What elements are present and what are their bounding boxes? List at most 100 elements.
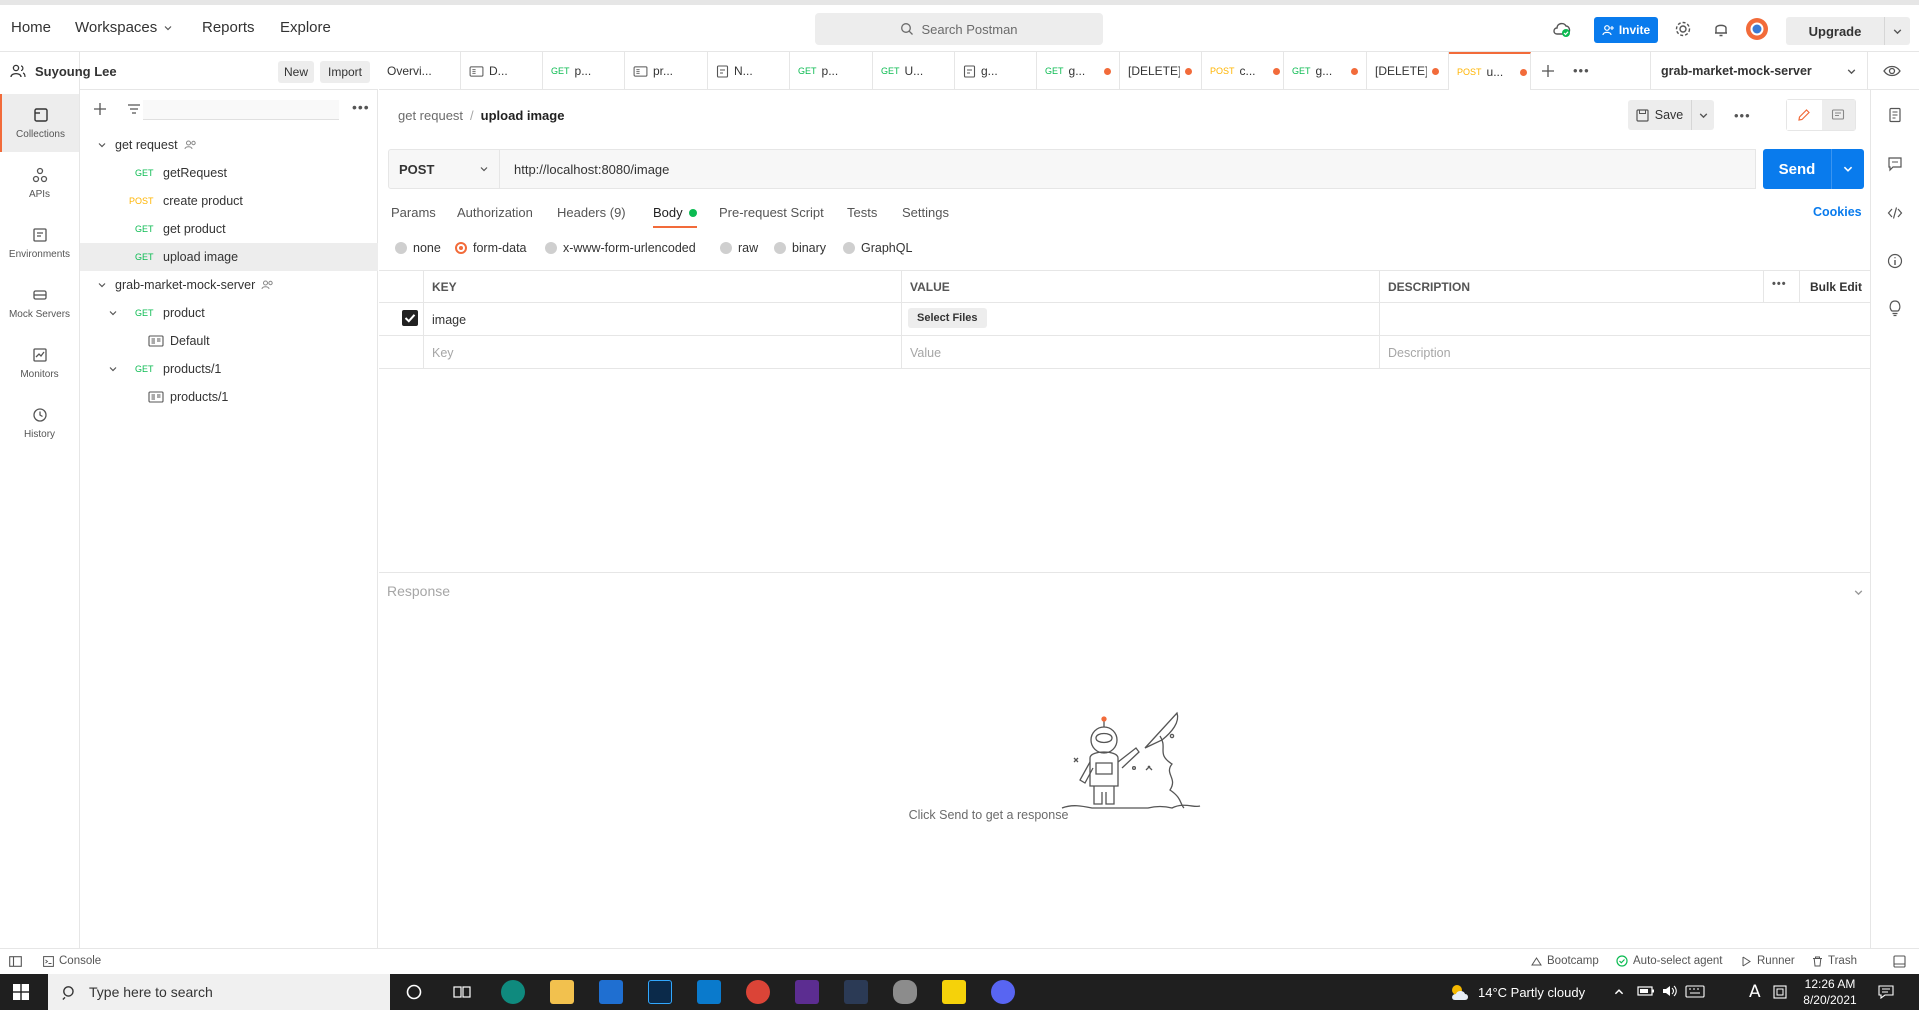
select-files-button[interactable]: Select Files bbox=[908, 308, 987, 328]
tab-request-unsaved[interactable]: GET g... bbox=[1284, 52, 1367, 90]
environment-selector[interactable]: grab-market-mock-server bbox=[1651, 52, 1867, 90]
tree-request-getrequest[interactable]: GET getRequest bbox=[80, 159, 378, 187]
terminal-app-icon[interactable] bbox=[844, 980, 868, 1004]
file-explorer-icon[interactable] bbox=[550, 980, 574, 1004]
input-method-icon[interactable]: A bbox=[1749, 982, 1761, 1002]
tab-request[interactable]: GET p... bbox=[543, 52, 625, 90]
cortana-icon[interactable] bbox=[406, 984, 422, 1000]
tab-settings[interactable]: Settings bbox=[902, 205, 949, 220]
save-button[interactable]: Save bbox=[1628, 100, 1691, 130]
notifications-icon[interactable] bbox=[1878, 985, 1894, 999]
tree-collection-grab-market-mock-server[interactable]: grab-market-mock-server bbox=[80, 271, 378, 299]
database-app-icon[interactable] bbox=[893, 980, 917, 1004]
trash-button[interactable]: Trash bbox=[1812, 955, 1857, 967]
table-more-icon[interactable]: ••• bbox=[1772, 278, 1787, 290]
radio-graphql[interactable]: GraphQL bbox=[843, 241, 912, 255]
chevron-down-icon[interactable] bbox=[1853, 587, 1864, 598]
chevron-down-icon[interactable] bbox=[1842, 163, 1854, 175]
tab-example[interactable]: pr... bbox=[625, 52, 708, 90]
tab-upload-image-active[interactable]: POST u... bbox=[1449, 52, 1531, 90]
taskbar-search-box[interactable]: Type here to search bbox=[48, 974, 390, 1010]
tab-document[interactable]: g... bbox=[955, 52, 1037, 90]
visual-studio-icon[interactable] bbox=[795, 980, 819, 1004]
edge-browser-icon[interactable] bbox=[501, 980, 525, 1004]
tab-request[interactable]: GET U... bbox=[873, 52, 955, 90]
rail-collections[interactable]: Collections bbox=[0, 94, 79, 152]
mail-icon[interactable] bbox=[599, 980, 623, 1004]
tab-overflow-icon[interactable]: ••• bbox=[1573, 63, 1590, 78]
filter-icon[interactable] bbox=[127, 102, 141, 116]
method-select[interactable]: POST bbox=[388, 149, 500, 189]
more-options-icon[interactable]: ••• bbox=[352, 99, 370, 115]
new-tab-plus-icon[interactable] bbox=[1541, 64, 1555, 78]
plus-icon[interactable] bbox=[93, 102, 107, 116]
task-view-icon[interactable] bbox=[453, 984, 471, 1000]
tree-request-upload-image[interactable]: GET upload image bbox=[80, 243, 378, 271]
ime-mode-icon[interactable] bbox=[1773, 985, 1787, 999]
info-icon[interactable] bbox=[1887, 253, 1903, 269]
clock-date[interactable]: 8/20/2021 bbox=[1799, 993, 1861, 1007]
chrome-icon[interactable] bbox=[746, 980, 770, 1004]
help-icon[interactable] bbox=[1893, 955, 1906, 968]
radio-raw[interactable]: raw bbox=[720, 241, 758, 255]
weather-text[interactable]: 14°C Partly cloudy bbox=[1478, 985, 1585, 1000]
nav-workspaces[interactable]: Workspaces bbox=[75, 19, 173, 36]
tree-request-create-product[interactable]: POST create product bbox=[80, 187, 378, 215]
tab-request-unsaved[interactable]: GET g... bbox=[1037, 52, 1120, 90]
tab-tests[interactable]: Tests bbox=[847, 205, 877, 220]
row-enabled-checkbox[interactable] bbox=[402, 310, 418, 326]
user-avatar-icon[interactable] bbox=[1745, 17, 1769, 41]
weather-partly-cloudy-icon[interactable] bbox=[1448, 981, 1472, 1003]
tree-example-products-1[interactable]: products/1 bbox=[80, 383, 378, 411]
cookies-link[interactable]: Cookies bbox=[1813, 205, 1862, 219]
tab-delete-unsaved[interactable]: [DELETE] bbox=[1120, 52, 1202, 90]
tab-authorization[interactable]: Authorization bbox=[457, 205, 533, 220]
runner-button[interactable]: Runner bbox=[1741, 955, 1795, 967]
lightbulb-icon[interactable] bbox=[1887, 299, 1903, 317]
tree-request-products-1[interactable]: GET products/1 bbox=[80, 355, 378, 383]
comments-icon[interactable] bbox=[1887, 156, 1903, 172]
request-more-options-icon[interactable]: ••• bbox=[1734, 108, 1751, 123]
tree-request-product[interactable]: GET product bbox=[80, 299, 378, 327]
radio-none[interactable]: none bbox=[395, 241, 441, 255]
send-button[interactable]: Send bbox=[1763, 161, 1831, 178]
bell-icon[interactable] bbox=[1712, 20, 1730, 38]
keyboard-icon[interactable] bbox=[1685, 985, 1705, 998]
kakaotalk-icon[interactable] bbox=[942, 980, 966, 1004]
tree-example-default[interactable]: Default bbox=[80, 327, 378, 355]
tab-body[interactable]: Body bbox=[653, 205, 697, 220]
tab-document[interactable]: N... bbox=[708, 52, 790, 90]
tab-request-unsaved[interactable]: POST c... bbox=[1202, 52, 1284, 90]
nav-reports[interactable]: Reports bbox=[202, 19, 255, 36]
rail-environments[interactable]: Environments bbox=[0, 214, 79, 272]
rail-apis[interactable]: APIs bbox=[0, 154, 79, 212]
key-input[interactable]: Key bbox=[432, 346, 454, 360]
nav-home[interactable]: Home bbox=[11, 19, 51, 36]
tab-params[interactable]: Params bbox=[391, 205, 436, 220]
discord-icon[interactable] bbox=[991, 980, 1015, 1004]
windows-start-icon[interactable] bbox=[13, 984, 29, 1000]
tab-prerequest-script[interactable]: Pre-request Script bbox=[719, 205, 824, 220]
tab-example[interactable]: D... bbox=[461, 52, 543, 90]
chevron-down-icon[interactable] bbox=[1892, 26, 1903, 37]
code-snippet-icon[interactable] bbox=[1887, 205, 1903, 221]
radio-x-www-form-urlencoded[interactable]: x-www-form-urlencoded bbox=[545, 241, 696, 255]
chevron-down-icon[interactable] bbox=[1698, 110, 1709, 121]
eye-icon[interactable] bbox=[1883, 64, 1901, 78]
value-input[interactable]: Value bbox=[910, 346, 941, 360]
url-input[interactable]: http://localhost:8080/image bbox=[500, 149, 1756, 189]
tab-headers[interactable]: Headers (9) bbox=[557, 205, 626, 220]
vscode-icon[interactable] bbox=[697, 980, 721, 1004]
tab-delete-unsaved[interactable]: [DELETE] bbox=[1367, 52, 1449, 90]
bootcamp-button[interactable]: Bootcamp bbox=[1531, 955, 1599, 967]
upgrade-button[interactable]: Upgrade bbox=[1786, 17, 1910, 45]
volume-icon[interactable] bbox=[1661, 984, 1679, 998]
rail-mock-servers[interactable]: Mock Servers bbox=[0, 274, 79, 332]
tab-overview[interactable]: Overvi... bbox=[379, 52, 461, 90]
description-input[interactable]: Description bbox=[1388, 346, 1451, 360]
new-button[interactable]: New bbox=[278, 61, 314, 83]
bulk-edit-button[interactable]: Bulk Edit bbox=[1810, 280, 1862, 294]
radio-binary[interactable]: binary bbox=[774, 241, 826, 255]
battery-icon[interactable] bbox=[1637, 984, 1655, 998]
nav-explore[interactable]: Explore bbox=[280, 19, 331, 36]
